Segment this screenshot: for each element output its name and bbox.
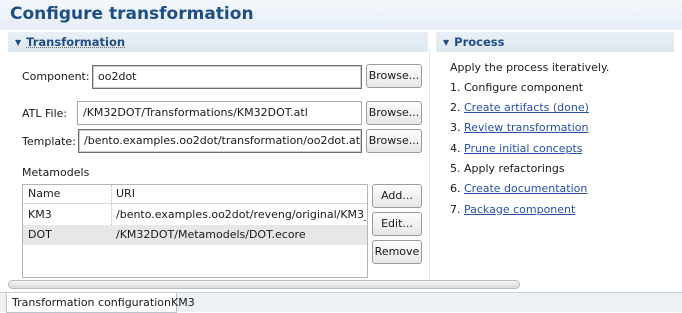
row-name-cell: DOT xyxy=(28,228,52,241)
page-title: Configure transformation xyxy=(10,4,254,24)
row-uri-cell: /bento.examples.oo2dot/reveng/original/K… xyxy=(116,208,366,221)
process-step-number: 4. xyxy=(450,142,461,155)
process-section-title: Process xyxy=(454,35,505,49)
remove-metamodel-button[interactable]: Remove xyxy=(372,240,422,264)
process-section-header[interactable]: ▼ Process xyxy=(436,32,674,52)
tab-km3[interactable]: KM3 xyxy=(166,293,200,312)
collapse-triangle-icon[interactable]: ▼ xyxy=(15,33,21,53)
collapse-triangle-icon[interactable]: ▼ xyxy=(443,33,449,53)
template-browse-button[interactable]: Browse... xyxy=(366,129,422,153)
process-step-link[interactable]: Create documentation xyxy=(464,182,587,195)
horizontal-scrollbar[interactable] xyxy=(8,280,520,289)
row-uri-cell: /KM32DOT/Metamodels/DOT.ecore xyxy=(116,228,306,241)
template-label: Template: xyxy=(22,135,76,148)
edit-metamodel-button[interactable]: Edit... xyxy=(372,212,422,236)
process-step-label: Apply refactorings xyxy=(464,162,565,175)
process-intro: Apply the process iteratively. xyxy=(450,61,610,74)
component-browse-button[interactable]: Browse... xyxy=(366,64,422,88)
template-field[interactable]: /bento.examples.oo2dot/transformation/oo… xyxy=(78,129,362,153)
transformation-section-title: Transformation xyxy=(26,35,126,49)
transformation-section-header[interactable]: ▼ Transformation xyxy=(8,32,428,52)
atl-file-browse-button[interactable]: Browse... xyxy=(366,101,422,125)
process-step-link[interactable]: Create artifacts (done) xyxy=(464,101,589,114)
process-step-number: 6. xyxy=(450,182,461,195)
column-header-uri[interactable]: URI xyxy=(116,185,135,203)
table-header-row xyxy=(23,185,367,204)
process-step-number: 5. xyxy=(450,162,461,175)
editor-tab-bar: Transformation configuration KM3 xyxy=(0,292,682,313)
process-step-label: Configure component xyxy=(464,81,584,94)
component-field[interactable]: oo2dot xyxy=(92,65,362,89)
row-name-cell: KM3 xyxy=(28,208,52,221)
process-step-link[interactable]: Prune initial concepts xyxy=(464,142,583,155)
column-header-name[interactable]: Name xyxy=(28,185,61,203)
process-step-number: 7. xyxy=(450,203,461,216)
component-label: Component: xyxy=(22,70,90,83)
process-step-number: 2. xyxy=(450,101,461,114)
atl-file-label: ATL File: xyxy=(22,107,68,120)
process-step-number: 3. xyxy=(450,121,461,134)
table-row[interactable]: KM3 /bento.examples.oo2dot/reveng/origin… xyxy=(23,205,367,225)
add-metamodel-button[interactable]: Add... xyxy=(372,184,422,208)
tab-transformation-configuration[interactable]: Transformation configuration xyxy=(6,293,177,313)
form-header: Configure transformation xyxy=(0,0,682,30)
process-step-link[interactable]: Review transformation xyxy=(464,121,588,134)
process-step-link[interactable]: Package component xyxy=(464,203,575,216)
section-divider xyxy=(429,50,430,280)
metamodels-table[interactable]: Name URI KM3 /bento.examples.oo2dot/reve… xyxy=(22,184,368,278)
process-step-number: 1. xyxy=(450,81,461,94)
atl-file-field[interactable]: /KM32DOT/Transformations/KM32DOT.atl xyxy=(77,101,362,125)
metamodels-label: Metamodels xyxy=(22,166,90,179)
table-row[interactable]: DOT /KM32DOT/Metamodels/DOT.ecore xyxy=(23,225,367,245)
